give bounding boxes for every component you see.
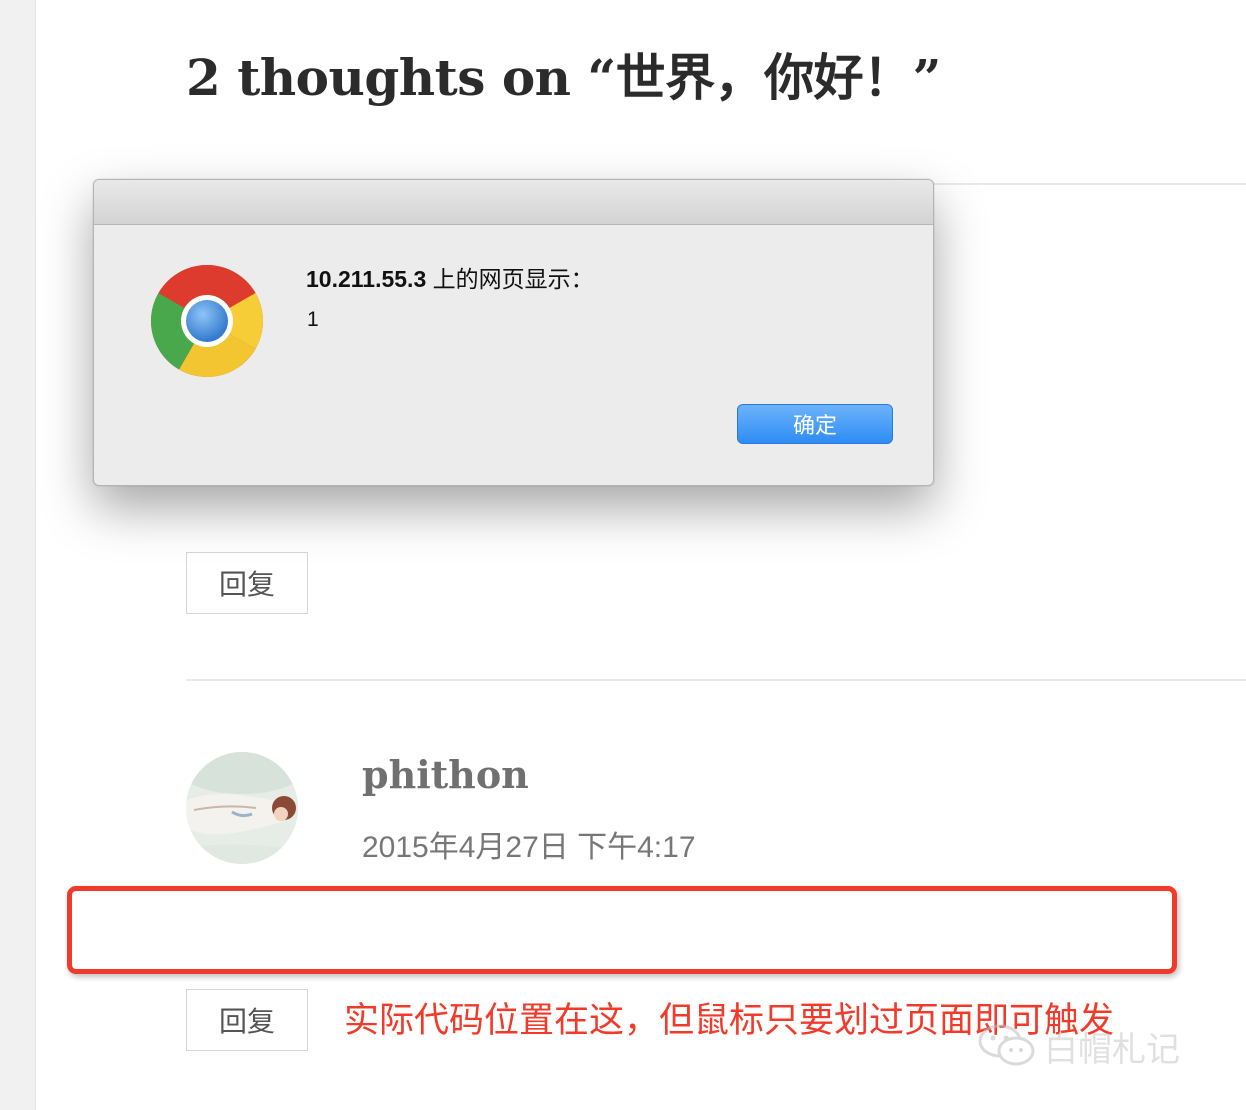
- avatar: [186, 752, 298, 864]
- dialog-message: 1: [307, 308, 319, 331]
- watermark: 白帽札记: [978, 1022, 1180, 1071]
- comment-author[interactable]: phithon: [362, 752, 529, 797]
- ok-button[interactable]: 确定: [737, 404, 893, 444]
- dialog-host: 10.211.55.3: [306, 266, 427, 292]
- wechat-icon: [978, 1023, 1036, 1071]
- comment-divider: [186, 679, 1246, 681]
- comments-title: 2 thoughts on “世界，你好！”: [186, 48, 941, 107]
- comment-date[interactable]: 2015年4月27日 下午4:17: [362, 822, 696, 866]
- alert-dialog: 10.211.55.3 上的网页显示： 1 确定: [93, 179, 934, 486]
- highlight-box: [67, 886, 1177, 974]
- reply-button[interactable]: 回复: [186, 552, 308, 614]
- chrome-icon: [149, 263, 265, 379]
- comment-divider: [930, 183, 1246, 185]
- dialog-heading-suffix: 上的网页显示：: [426, 266, 594, 292]
- reply-button[interactable]: 回复: [186, 989, 308, 1051]
- left-sidebar-gutter: [0, 0, 36, 1110]
- watermark-text: 白帽札记: [1044, 1030, 1180, 1070]
- dialog-heading: 10.211.55.3 上的网页显示：: [306, 260, 594, 294]
- dialog-titlebar: [94, 180, 933, 225]
